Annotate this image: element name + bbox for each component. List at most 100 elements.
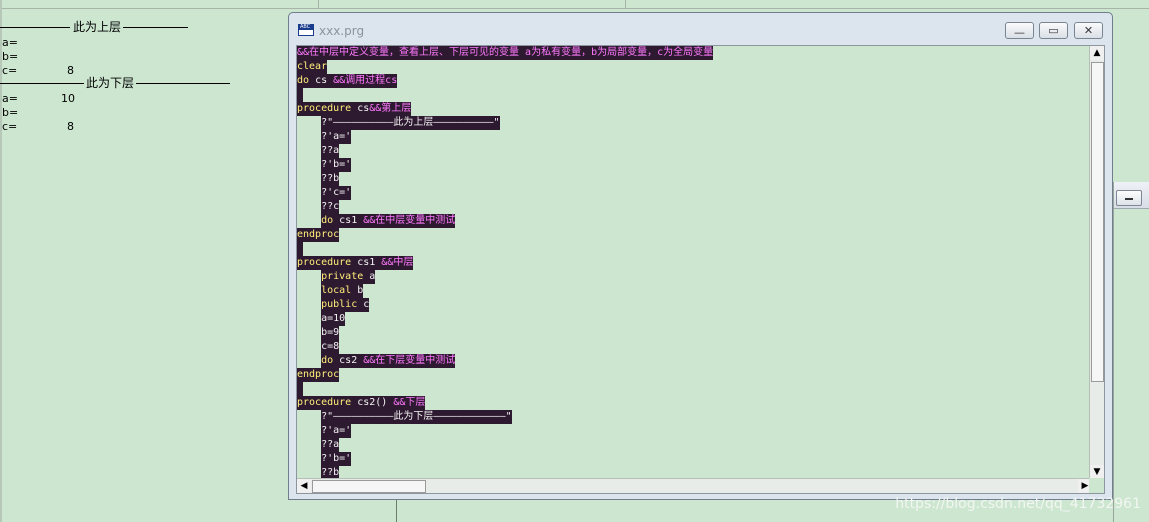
code-line[interactable]: ?'a=': [297, 130, 1092, 144]
selected-text: c=8: [321, 340, 340, 354]
code-token: ?"——————————此为上层——————————": [321, 117, 500, 128]
divider-line: [0, 83, 84, 84]
output-value: 10: [61, 92, 75, 105]
close-button[interactable]: ✕: [1074, 22, 1103, 39]
selected-text: ?"——————————此为下层————————————": [321, 410, 512, 424]
code-line[interactable]: private a: [297, 270, 1092, 284]
code-token: procedure: [297, 257, 352, 268]
output-value: 8: [67, 64, 74, 77]
selected-text: ?'b=': [321, 158, 352, 172]
minimize-icon: —: [1014, 26, 1025, 39]
code-line[interactable]: ?'a=': [297, 424, 1092, 438]
code-line[interactable]: local b: [297, 284, 1092, 298]
code-line[interactable]: clear: [297, 60, 1092, 74]
code-token: do: [321, 355, 334, 366]
code-token: &&中层: [381, 257, 414, 268]
code-line[interactable]: ??c: [297, 200, 1092, 214]
code-line[interactable]: ?'b=': [297, 158, 1092, 172]
scroll-left-icon[interactable]: ◀: [297, 479, 311, 493]
scroll-up-icon[interactable]: ▲: [1090, 46, 1104, 60]
code-token: a: [363, 271, 376, 282]
selected-text: local b: [321, 284, 364, 298]
code-token: cs: [351, 103, 370, 114]
horizontal-scrollbar[interactable]: ◀ ▶: [297, 478, 1092, 493]
code-line[interactable]: c=8: [297, 340, 1092, 354]
code-token: ?'b=': [321, 453, 352, 464]
code-token: endproc: [297, 229, 340, 240]
vertical-scroll-thumb[interactable]: [1091, 62, 1104, 382]
selected-text: b=9: [321, 326, 340, 340]
code-line[interactable]: ?'c=': [297, 186, 1092, 200]
selected-text: ?'a=': [321, 130, 352, 144]
selected-text: do cs &&调用过程cs: [297, 74, 398, 88]
code-token: b=9: [321, 327, 340, 338]
resize-grip-icon[interactable]: [1089, 478, 1104, 493]
selected-text: [297, 88, 304, 102]
code-token: ?'c=': [321, 187, 352, 198]
lower-title: 此为下层: [86, 76, 135, 90]
watermark: https://blog.csdn.net/qq_41732961: [895, 496, 1141, 512]
selected-text: do cs1 &&在中层变量中测试: [321, 214, 456, 228]
code-line[interactable]: ?"——————————此为下层————————————": [297, 410, 1092, 424]
background-window-titlebar: [1114, 182, 1149, 209]
code-line[interactable]: [297, 88, 1092, 102]
code-line[interactable]: procedure cs&&第上层: [297, 102, 1092, 116]
prg-file-icon: ABC: [298, 24, 314, 36]
horizontal-scroll-thumb[interactable]: [312, 480, 426, 493]
code-token: ??a: [321, 145, 340, 156]
output-label: c=: [2, 120, 18, 133]
code-line[interactable]: procedure cs2() &&下层: [297, 396, 1092, 410]
code-token: procedure: [297, 103, 352, 114]
code-token: do: [297, 75, 310, 86]
code-token: cs1: [333, 215, 364, 226]
selected-text: [297, 242, 304, 256]
code-line[interactable]: &&在中层中定义变量，查看上层、下层可见的变量 a为私有变量，b为局部变量，c为…: [297, 46, 1092, 60]
code-token: c=8: [321, 341, 340, 352]
code-line[interactable]: ?"——————————此为上层——————————": [297, 116, 1092, 130]
code-line[interactable]: ??b: [297, 172, 1092, 186]
selected-text: procedure cs2() &&下层: [297, 396, 426, 410]
code-token: &&在中层变量中测试: [363, 215, 456, 226]
code-token: ??c: [321, 201, 340, 212]
editor-window: ABC xxx.prg — ▭ ✕ &&在中层中定义变量，查看上层、下层可见的变…: [288, 12, 1113, 500]
vertical-scrollbar[interactable]: ▲ ▼: [1089, 46, 1104, 479]
code-token: ?"——————————此为下层————————————": [321, 411, 512, 422]
code-editor[interactable]: &&在中层中定义变量，查看上层、下层可见的变量 a为私有变量，b为局部变量，c为…: [296, 45, 1105, 494]
code-token: a=10: [321, 313, 346, 324]
code-area[interactable]: &&在中层中定义变量，查看上层、下层可见的变量 a为私有变量，b为局部变量，c为…: [297, 46, 1092, 479]
code-line[interactable]: [297, 242, 1092, 256]
code-line[interactable]: ?'b=': [297, 452, 1092, 466]
code-line[interactable]: b=9: [297, 326, 1092, 340]
selected-text: procedure cs&&第上层: [297, 102, 412, 116]
code-token: cs2: [333, 355, 364, 366]
code-line[interactable]: do cs &&调用过程cs: [297, 74, 1092, 88]
code-token: ??a: [321, 439, 340, 450]
output-value: 8: [67, 120, 74, 133]
background-minimize-button[interactable]: [1116, 190, 1142, 206]
code-line[interactable]: public c: [297, 298, 1092, 312]
maximize-button[interactable]: ▭: [1039, 22, 1068, 39]
status-divider: [396, 500, 397, 522]
minimize-button[interactable]: —: [1005, 22, 1034, 39]
code-line[interactable]: procedure cs1 &&中层: [297, 256, 1092, 270]
code-line[interactable]: ??a: [297, 144, 1092, 158]
code-line[interactable]: [297, 382, 1092, 396]
code-token: &&调用过程cs: [333, 75, 398, 86]
code-line[interactable]: endproc: [297, 368, 1092, 382]
scroll-down-icon[interactable]: ▼: [1090, 465, 1104, 479]
code-line[interactable]: a=10: [297, 312, 1092, 326]
selected-text: procedure cs1 &&中层: [297, 256, 414, 270]
code-line[interactable]: endproc: [297, 228, 1092, 242]
selected-text: ??b: [321, 172, 340, 186]
selected-text: ?'c=': [321, 186, 352, 200]
code-line[interactable]: do cs1 &&在中层变量中测试: [297, 214, 1092, 228]
selected-text: ??a: [321, 438, 340, 452]
code-token: ?'a=': [321, 425, 352, 436]
code-line[interactable]: do cs2 &&在下层变量中测试: [297, 354, 1092, 368]
background-window: [1113, 182, 1149, 522]
selected-text: &&在中层中定义变量，查看上层、下层可见的变量 a为私有变量，b为局部变量，c为…: [297, 46, 714, 60]
window-titlebar[interactable]: ABC xxx.prg — ▭ ✕: [289, 13, 1112, 45]
selected-text: ??c: [321, 200, 340, 214]
code-line[interactable]: ??a: [297, 438, 1092, 452]
